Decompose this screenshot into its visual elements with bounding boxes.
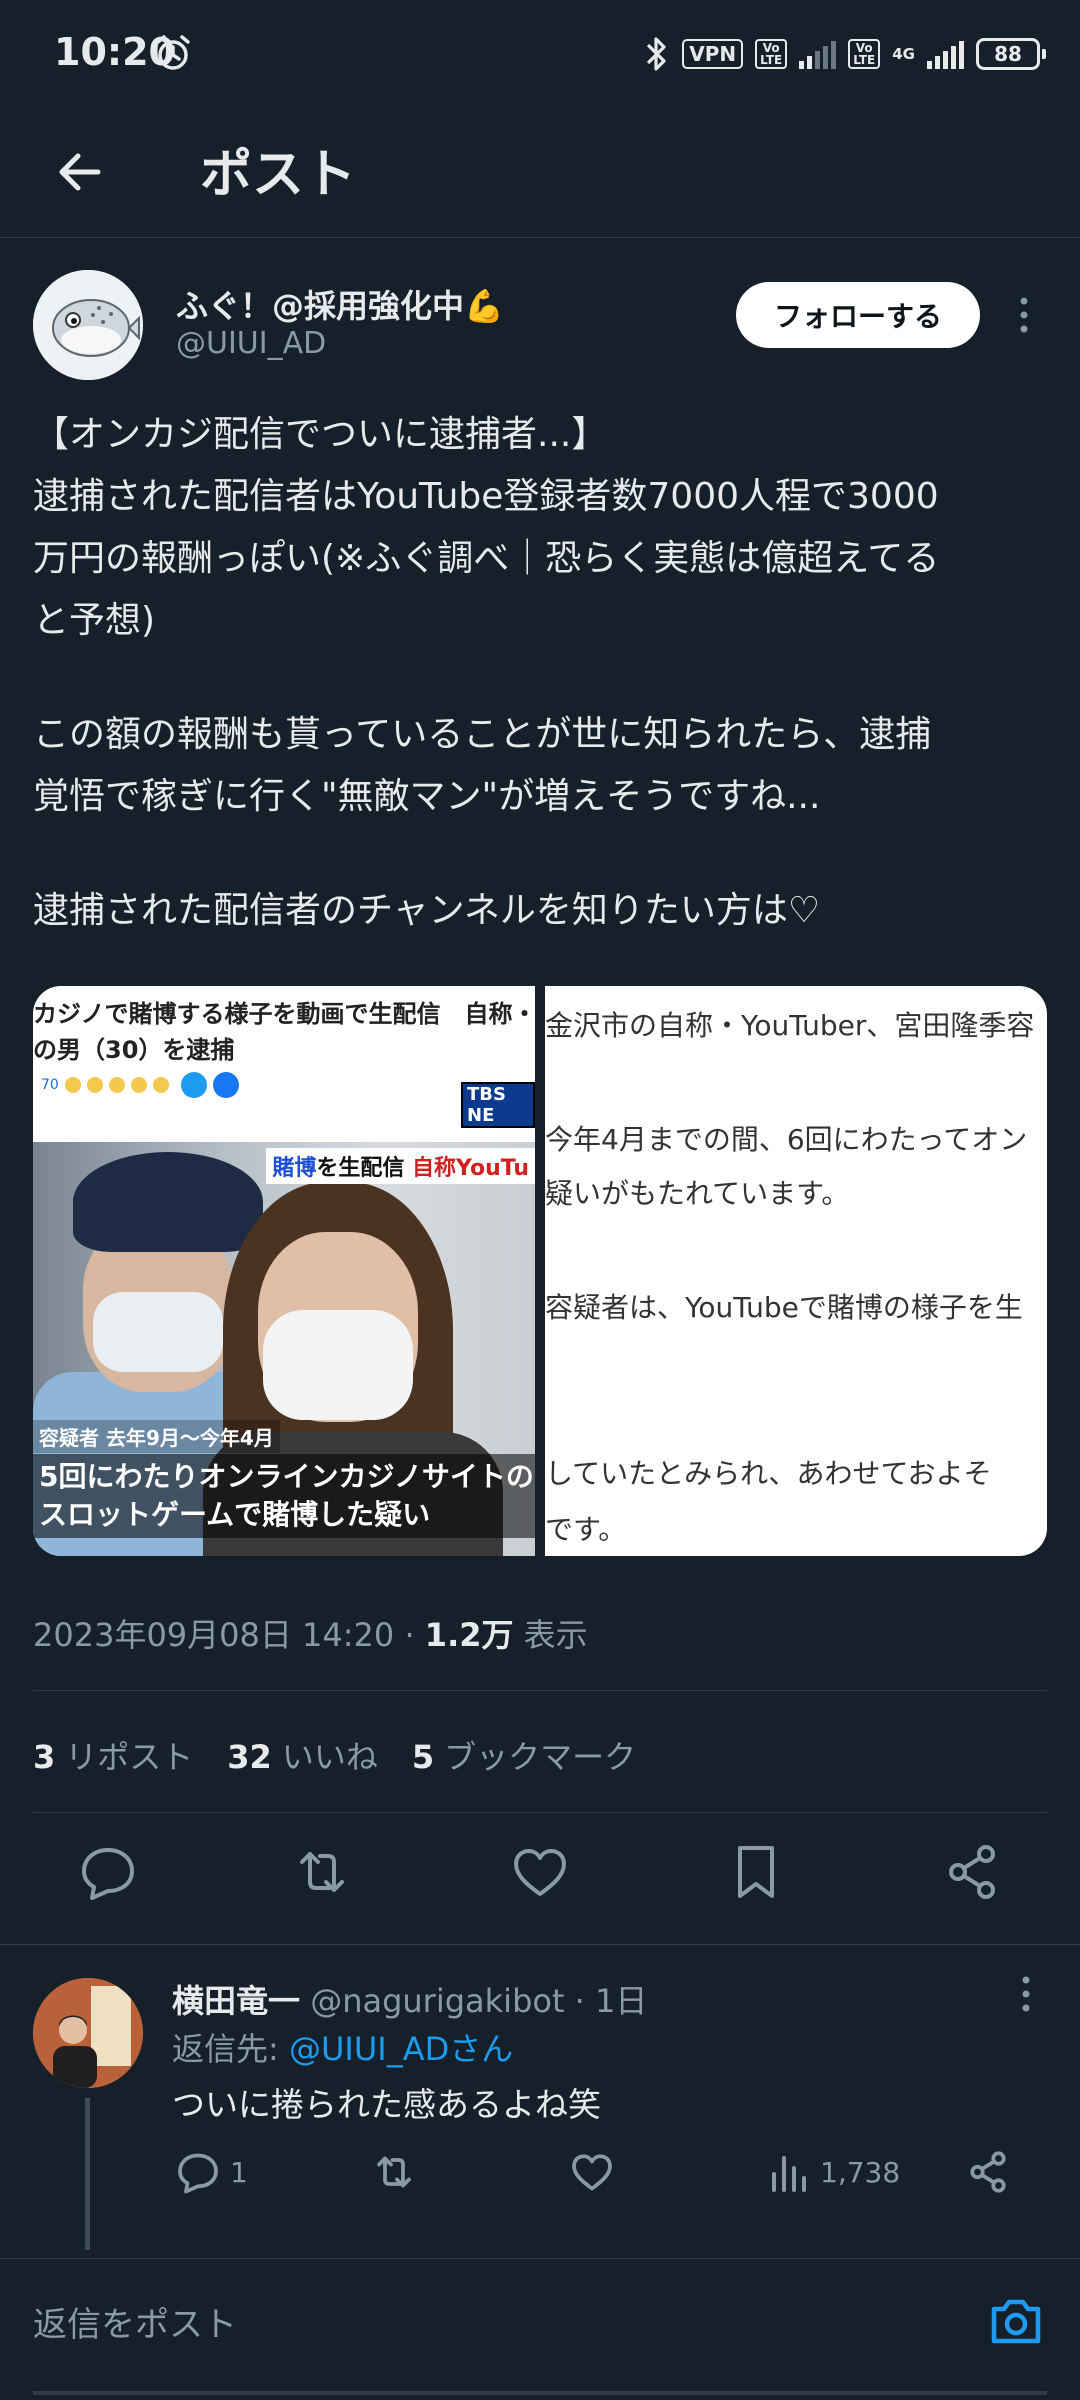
article-line: 疑いがもたれています。 <box>545 1177 850 1210</box>
article-line: 容疑者は、YouTubeで賭博の様子を生 <box>545 1291 1023 1324</box>
views-chart-icon <box>772 2156 806 2192</box>
post-action-bar <box>0 1840 1080 1920</box>
view-count: 1.2万 <box>424 1616 514 1654</box>
reply-count: 1 <box>230 2155 248 2189</box>
reply-author-handle[interactable]: @nagurigakibot <box>310 1982 564 2020</box>
post-line: この額の報酬も貰っていることが世に知られたら、逮捕 <box>33 714 932 755</box>
reply-like-button[interactable] <box>568 2146 616 2198</box>
reply-header: 横田竜一 @nagurigakibot · 1日 <box>172 1976 647 2022</box>
article-line: 今年4月までの間、6回にわたってオン <box>545 1123 1028 1156</box>
news-headline: カジノで賭博する様子を動画で生配信 自称・ の男（30）を逮捕 <box>33 996 535 1068</box>
post-line: 逮捕された配信者はYouTube登録者数7000人程で3000 <box>33 476 939 517</box>
news-caption-line: 5回にわたりオンラインカジノサイトの <box>39 1460 534 1493</box>
news-tag: 賭博を生配信 自称YouTu <box>266 1148 535 1184</box>
top-bar: ポスト <box>0 110 1080 238</box>
alarm-icon <box>156 35 190 70</box>
facebook-icon <box>212 1072 239 1098</box>
page-title: ポスト <box>200 145 357 205</box>
reply-reply-button[interactable]: 1 <box>174 2146 248 2198</box>
tbs-logo: TBS NE <box>461 1082 535 1128</box>
battery-icon: 88 <box>976 38 1046 70</box>
divider <box>33 1812 1047 1813</box>
reply-share-button[interactable] <box>964 2146 1012 2198</box>
news-caption: 5回にわたりオンラインカジノサイトの スロットゲームで賭博した疑い <box>33 1454 535 1538</box>
reply-action-bar: 1 1,738 <box>0 2146 1080 2206</box>
repost-icon[interactable] <box>290 1840 354 1904</box>
replying-to: 返信先: @UIUI_ADさん <box>172 2024 513 2070</box>
news-subcaption: 容疑者 去年9月〜今年4月 <box>33 1420 280 1453</box>
article-line: 金沢市の自称・YouTuber、宮田隆季容 <box>545 1009 1035 1042</box>
post-line: 逮捕された配信者のチャンネルを知りたい方は♡ <box>33 890 821 931</box>
replying-to-label: 返信先: <box>172 2030 289 2068</box>
network-type: 4G <box>892 44 915 63</box>
article-line: です。 <box>545 1513 627 1546</box>
reply-view-count: 1,738 <box>820 2155 901 2189</box>
news-headline-line: の男（30）を逮捕 <box>33 1036 235 1064</box>
post-media: カジノで賭博する様子を動画で生配信 自称・ の男（30）を逮捕 70 TBS N… <box>33 986 1047 1556</box>
reply-time: · 1日 <box>574 1982 648 2020</box>
post-line: 万円の報酬っぽい(※ふぐ調べ｜恐らく実態は億超えてる <box>33 538 940 579</box>
reply-icon <box>178 2153 218 2194</box>
volte-icon-2: Vo LTE <box>848 39 881 69</box>
status-bar: 10:20 VPN Vo LTE Vo LTE 4G 88 <box>0 0 1080 110</box>
post-meta: 2023年09月08日 14:20 · 1.2万 表示 <box>33 1610 588 1656</box>
bookmark-icon[interactable] <box>724 1840 788 1904</box>
arrest-photo: 賭博を生配信 自称YouTu 容疑者 去年9月〜今年4月 5回にわたりオンライン… <box>33 1142 535 1556</box>
like-heart-icon[interactable] <box>508 1840 572 1904</box>
news-image-right[interactable]: 金沢市の自称・YouTuber、宮田隆季容 今年4月までの間、6回にわたってオン… <box>545 986 1047 1556</box>
reply-text: ついに捲られた感あるよね笑 <box>172 2085 601 2124</box>
repost-stat[interactable]: 3 リポスト <box>33 1732 193 1778</box>
reply-input[interactable]: 返信をポスト <box>33 2297 237 2346</box>
meta-separator: · <box>404 1616 415 1654</box>
share-icon <box>970 2151 1006 2193</box>
camera-icon[interactable] <box>984 2289 1048 2353</box>
reply-more-options-icon[interactable] <box>1016 1974 1036 2014</box>
reply-composer: 返信をポスト <box>0 2258 1080 2400</box>
news-image-left[interactable]: カジノで賭博する様子を動画で生配信 自称・ の男（30）を逮捕 70 TBS N… <box>33 986 535 1556</box>
reply-avatar[interactable] <box>33 1978 143 2088</box>
engagement-stats: 3 リポスト 32 いいね 5 ブックマーク <box>33 1732 636 1778</box>
post-line: 覚悟で稼ぎに行く"無敵マン"が増えそうですね... <box>33 776 821 817</box>
reply-views-button[interactable]: 1,738 <box>768 2146 900 2198</box>
replying-to-handle[interactable]: @UIUI_ADさん <box>289 2030 513 2068</box>
divider <box>33 1690 1047 1691</box>
signal-icon <box>799 39 837 69</box>
follow-button[interactable]: フォローする <box>736 282 980 348</box>
author-handle[interactable]: @UIUI_AD <box>176 326 326 361</box>
bookmark-stat[interactable]: 5 ブックマーク <box>412 1732 636 1778</box>
news-share-row: 70 <box>41 1072 239 1098</box>
like-stat[interactable]: 32 いいね <box>227 1732 378 1778</box>
twitter-icon <box>180 1072 207 1098</box>
author-avatar[interactable] <box>33 270 143 380</box>
comment-count: 70 <box>41 1077 59 1093</box>
author-name[interactable]: ふぐ！@採用強化中💪 <box>176 281 504 327</box>
reply-author-name[interactable]: 横田竜一 <box>172 1982 300 2020</box>
share-icon[interactable] <box>940 1840 1004 1904</box>
divider <box>0 1944 1080 1945</box>
post-body: 【オンカジ配信でついに逮捕者...】 逮捕された配信者はYouTube登録者数7… <box>33 404 1053 942</box>
reply-icon[interactable] <box>76 1840 140 1904</box>
like-heart-icon <box>572 2154 612 2191</box>
signal-icon-2 <box>927 39 964 69</box>
more-options-icon[interactable] <box>1014 295 1034 335</box>
reply-avatar-image <box>33 1978 143 2088</box>
vpn-icon: VPN <box>682 39 744 69</box>
volte-icon: Vo LTE <box>755 39 788 69</box>
news-caption-line: スロットゲームで賭博した疑い <box>39 1498 431 1531</box>
repost-icon <box>377 2156 411 2188</box>
reply-repost-button[interactable] <box>370 2146 418 2198</box>
back-arrow-icon[interactable] <box>52 144 108 200</box>
article-line: していたとみられ、あわせておよそ <box>545 1457 992 1490</box>
news-headline-line: カジノで賭博する様子を動画で生配信 自称・ <box>33 1000 535 1028</box>
post-line: 【オンカジ配信でついに逮捕者...】 <box>33 414 608 455</box>
bottom-divider <box>33 2391 1047 2395</box>
post-line: と予想) <box>33 600 156 641</box>
view-label: 表示 <box>523 1616 588 1654</box>
pufferfish-avatar-image <box>33 270 143 380</box>
bluetooth-icon <box>647 37 666 71</box>
status-icons: VPN Vo LTE Vo LTE 4G 88 <box>644 34 1046 74</box>
post-datetime[interactable]: 2023年09月08日 14:20 <box>33 1616 394 1654</box>
